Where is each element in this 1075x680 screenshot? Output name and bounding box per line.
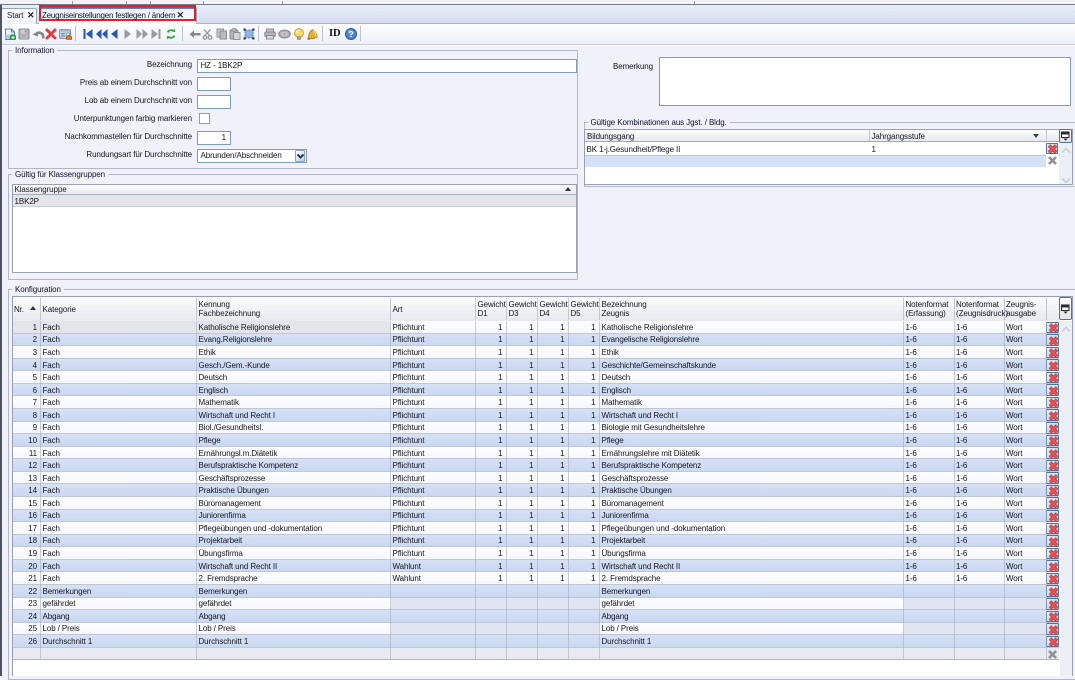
svg-text:?: ? xyxy=(348,29,353,39)
